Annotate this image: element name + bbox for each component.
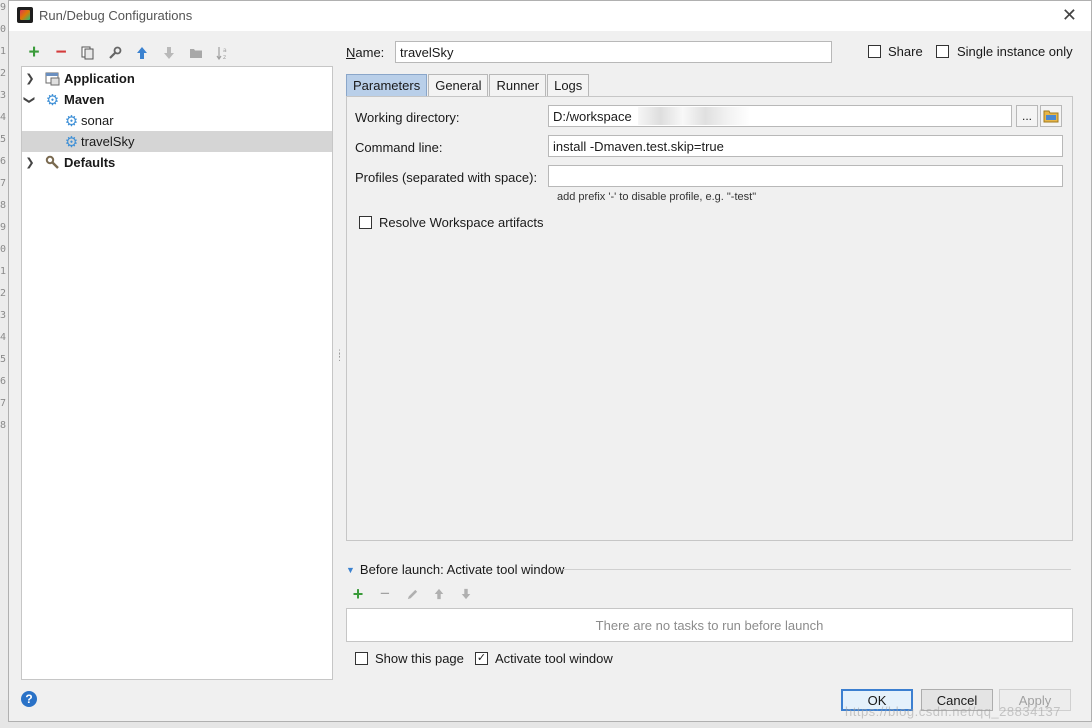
folder-icon[interactable] bbox=[187, 44, 205, 62]
remove-icon[interactable]: − bbox=[378, 584, 392, 603]
move-up-icon[interactable] bbox=[432, 586, 446, 602]
add-icon[interactable]: + bbox=[25, 42, 43, 63]
tab-runner[interactable]: Runner bbox=[489, 74, 547, 96]
browse-button[interactable]: ... bbox=[1016, 105, 1038, 127]
line-number: 8 bbox=[0, 200, 7, 211]
chevron-down-icon[interactable]: ❯ bbox=[23, 93, 37, 107]
activate-tool-window-label[interactable]: Activate tool window bbox=[495, 651, 613, 666]
line-number: 1 bbox=[0, 266, 7, 277]
chevron-right-icon[interactable]: ❯ bbox=[23, 72, 37, 86]
tree-item-sonar[interactable]: ⚙ sonar bbox=[22, 110, 332, 131]
remove-icon[interactable]: − bbox=[52, 42, 70, 63]
chevron-right-icon[interactable]: ❯ bbox=[23, 156, 37, 170]
line-number: 6 bbox=[0, 376, 7, 387]
name-input[interactable] bbox=[395, 41, 832, 63]
close-icon[interactable]: ✕ bbox=[1062, 5, 1077, 26]
profiles-input[interactable] bbox=[548, 165, 1063, 187]
line-number: 3 bbox=[0, 90, 7, 101]
application-icon bbox=[45, 71, 60, 86]
line-number: 9 bbox=[0, 2, 7, 13]
before-launch-toolbar: + − bbox=[351, 584, 473, 604]
working-directory-label: Working directory: bbox=[355, 110, 460, 125]
line-number: 3 bbox=[0, 310, 7, 321]
single-instance-checkbox[interactable] bbox=[936, 45, 949, 58]
resolve-workspace-checkbox[interactable] bbox=[359, 216, 372, 229]
tree-item-label: Defaults bbox=[64, 155, 116, 170]
tab-logs[interactable]: Logs bbox=[547, 74, 590, 96]
tree-item-defaults[interactable]: ❯ Defaults bbox=[22, 152, 332, 173]
line-number: 5 bbox=[0, 354, 7, 365]
name-label: Name: bbox=[346, 45, 385, 60]
move-down-icon[interactable] bbox=[459, 586, 473, 602]
line-number: 0 bbox=[0, 244, 7, 255]
folder-browse-icon[interactable] bbox=[1040, 105, 1062, 127]
maven-gear-icon: ⚙ bbox=[64, 133, 79, 151]
line-number: 7 bbox=[0, 398, 7, 409]
tree-item-travelsky[interactable]: ⚙ travelSky bbox=[22, 131, 332, 152]
sort-icon[interactable]: az bbox=[214, 44, 232, 62]
working-directory-input[interactable] bbox=[548, 105, 1012, 127]
watermark-text: https://blog.csdn.net/qq_28834137 bbox=[845, 704, 1061, 719]
single-instance-label[interactable]: Single instance only bbox=[957, 44, 1073, 59]
triangle-down-icon: ▼ bbox=[346, 564, 355, 575]
before-launch-header: Before launch: Activate tool window bbox=[359, 562, 565, 577]
edit-icon[interactable] bbox=[405, 586, 419, 602]
parameters-panel bbox=[346, 96, 1073, 541]
profiles-hint: add prefix '-' to disable profile, e.g. … bbox=[557, 191, 757, 203]
redacted-path-blur bbox=[638, 107, 750, 125]
line-number: 4 bbox=[0, 112, 7, 123]
title-bar: Run/Debug Configurations ✕ bbox=[9, 1, 1091, 31]
move-down-icon[interactable] bbox=[160, 44, 178, 62]
svg-text:a: a bbox=[223, 47, 227, 54]
line-number: 9 bbox=[0, 222, 7, 233]
line-number: 2 bbox=[0, 288, 7, 299]
intellij-app-icon bbox=[17, 7, 33, 23]
share-checkbox[interactable] bbox=[868, 45, 881, 58]
copy-icon[interactable] bbox=[79, 44, 97, 62]
before-launch-toggle[interactable]: ▼ Before launch: Activate tool window bbox=[346, 562, 564, 577]
line-number: 1 bbox=[0, 46, 7, 57]
share-label[interactable]: Share bbox=[888, 44, 923, 59]
run-debug-configurations-dialog: Run/Debug Configurations ✕ + − az ❯ Appl… bbox=[8, 0, 1092, 722]
wrench-icon[interactable] bbox=[106, 44, 124, 62]
tree-item-application[interactable]: ❯ Application bbox=[22, 68, 332, 89]
tree-item-label: travelSky bbox=[81, 134, 135, 149]
line-number: 7 bbox=[0, 178, 7, 189]
defaults-wrench-icon bbox=[45, 155, 60, 170]
config-tabs: Parameters General Runner Logs bbox=[346, 74, 590, 96]
line-number: 0 bbox=[0, 24, 7, 35]
line-number: 6 bbox=[0, 156, 7, 167]
profiles-label: Profiles (separated with space): bbox=[355, 170, 538, 185]
line-number: 5 bbox=[0, 134, 7, 145]
splitter-handle[interactable]: ⋮ ⋮ bbox=[335, 349, 344, 365]
before-launch-task-list: There are no tasks to run before launch bbox=[346, 608, 1073, 642]
show-this-page-checkbox[interactable] bbox=[355, 652, 368, 665]
tab-parameters[interactable]: Parameters bbox=[346, 74, 428, 96]
line-number: 2 bbox=[0, 68, 7, 79]
line-number: 4 bbox=[0, 332, 7, 343]
activate-tool-window-checkbox[interactable]: ✓ bbox=[475, 652, 488, 665]
command-line-input[interactable] bbox=[548, 135, 1063, 157]
show-this-page-label[interactable]: Show this page bbox=[375, 651, 464, 666]
empty-tasks-text: There are no tasks to run before launch bbox=[595, 617, 824, 633]
help-icon[interactable]: ? bbox=[21, 691, 37, 707]
resolve-workspace-label[interactable]: Resolve Workspace artifacts bbox=[379, 215, 544, 230]
maven-gear-icon: ⚙ bbox=[64, 112, 79, 130]
tree-item-maven[interactable]: ❯ ⚙ Maven bbox=[22, 89, 332, 110]
maven-gear-icon: ⚙ bbox=[45, 91, 60, 109]
tree-item-label: Maven bbox=[64, 92, 105, 107]
command-line-label: Command line: bbox=[355, 140, 443, 155]
tree-item-label: Application bbox=[64, 71, 135, 86]
svg-text:z: z bbox=[223, 54, 226, 60]
tab-general[interactable]: General bbox=[428, 74, 489, 96]
configurations-toolbar: + − az bbox=[25, 42, 232, 63]
line-number: 8 bbox=[0, 420, 7, 431]
tree-item-label: sonar bbox=[81, 113, 114, 128]
add-icon[interactable]: + bbox=[351, 584, 365, 604]
before-launch-divider bbox=[563, 569, 1071, 570]
configurations-tree: ❯ Application ❯ ⚙ Maven ⚙ sonar ⚙ travel… bbox=[21, 66, 333, 680]
move-up-icon[interactable] bbox=[133, 44, 151, 62]
window-title: Run/Debug Configurations bbox=[39, 8, 193, 23]
